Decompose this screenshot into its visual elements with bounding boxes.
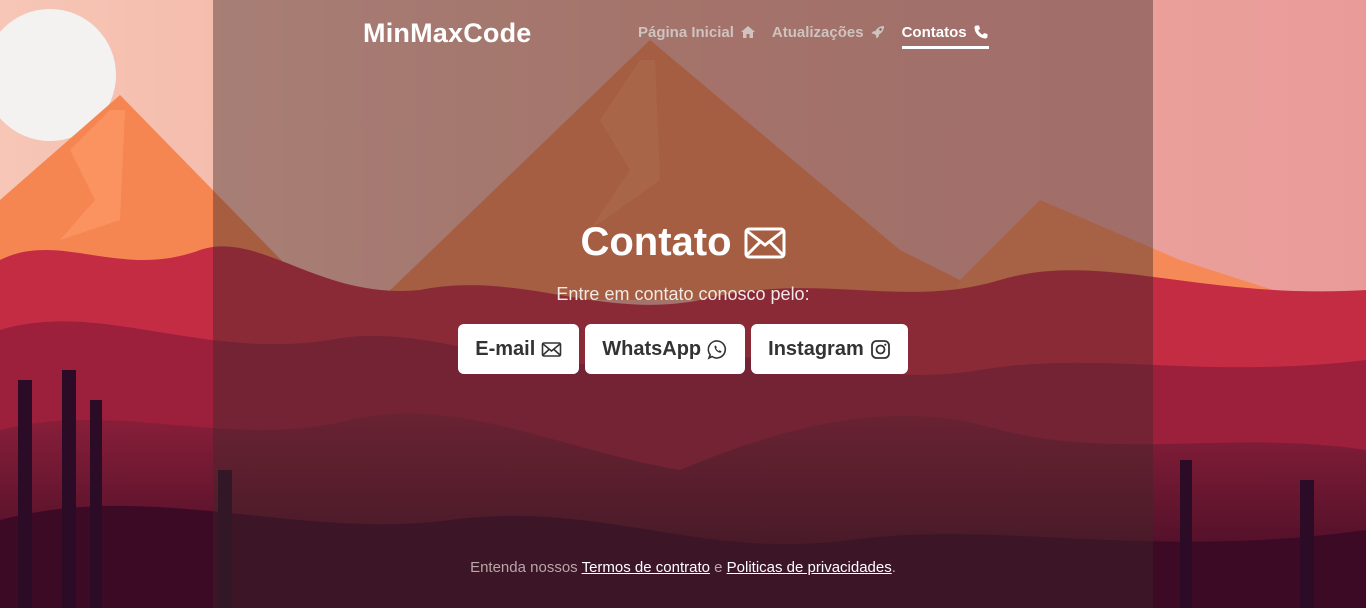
footer-suffix: . — [891, 559, 896, 576]
page-title-text: Contato — [580, 220, 732, 264]
nav-contacts-label: Contatos — [901, 23, 967, 41]
nav-item-contacts[interactable]: Contatos — [901, 22, 989, 49]
terms-link[interactable]: Termos de contrato — [582, 559, 710, 576]
envelope-icon — [541, 341, 562, 357]
instagram-icon — [870, 339, 890, 359]
instagram-button[interactable]: Instagram — [751, 324, 908, 374]
rocket-icon — [871, 26, 884, 39]
whatsapp-icon — [707, 339, 727, 360]
nav-item-home[interactable]: Página Inicial — [638, 22, 756, 48]
phone-icon — [974, 25, 988, 39]
footer-and: e — [714, 559, 723, 576]
instagram-button-label: Instagram — [768, 337, 864, 360]
nav-updates-label: Atualizações — [771, 23, 864, 41]
footer: Entenda nossos Termos de contrato e Poli… — [0, 559, 1366, 576]
email-button-label: E-mail — [475, 337, 536, 360]
contact-subtitle: Entre em contato conosco pelo: — [556, 284, 810, 304]
nav-home-label: Página Inicial — [638, 23, 734, 41]
email-button[interactable]: E-mail — [458, 324, 580, 374]
nav-item-updates[interactable]: Atualizações — [772, 22, 886, 48]
home-icon — [740, 26, 755, 38]
main-nav: Página Inicial Atualizações Contatos — [638, 22, 1005, 49]
envelope-icon — [744, 227, 786, 258]
footer-prefix: Entenda nossos — [470, 559, 578, 576]
whatsapp-button[interactable]: WhatsApp — [585, 324, 746, 374]
page-title: Contato — [0, 220, 1366, 265]
brand-logo[interactable]: MinMaxCode — [363, 18, 532, 49]
privacy-link[interactable]: Politicas de privacidades — [727, 559, 892, 576]
contact-buttons: E-mail WhatsApp Instagram — [0, 324, 1366, 374]
whatsapp-button-label: WhatsApp — [602, 337, 702, 360]
